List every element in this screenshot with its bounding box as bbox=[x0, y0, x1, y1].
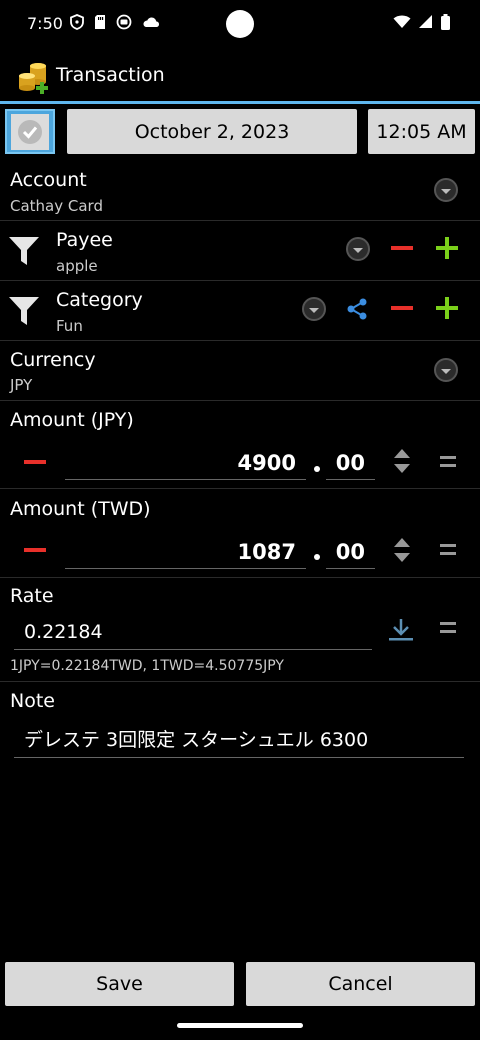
divider bbox=[0, 280, 480, 281]
amount-twd-integer-input[interactable]: 1087 bbox=[65, 535, 306, 569]
signal-icon bbox=[419, 15, 432, 28]
cloud-icon bbox=[143, 17, 159, 27]
account-label: Account bbox=[10, 169, 87, 191]
payee-value[interactable]: apple bbox=[56, 257, 98, 275]
decimal-point bbox=[314, 554, 320, 560]
status-time: 7:50 bbox=[27, 14, 63, 33]
coins-icon bbox=[19, 63, 48, 94]
rate-input[interactable]: 0.22184 bbox=[14, 615, 372, 650]
amount-jpy-stepper-icon[interactable] bbox=[393, 448, 411, 474]
payee-dropdown-icon[interactable] bbox=[346, 237, 370, 261]
note-label: Note bbox=[10, 690, 55, 712]
amount-twd-label: Amount (TWD) bbox=[10, 498, 151, 520]
divider bbox=[0, 400, 480, 401]
date-button[interactable]: October 2, 2023 bbox=[67, 109, 357, 154]
category-value[interactable]: Fun bbox=[56, 317, 83, 335]
share-icon[interactable] bbox=[346, 298, 368, 320]
amount-jpy-decimal-input[interactable]: 00 bbox=[326, 446, 375, 480]
amount-twd-calculator-icon[interactable] bbox=[440, 544, 456, 555]
battery-icon bbox=[441, 14, 450, 30]
payee-label: Payee bbox=[56, 229, 113, 251]
category-label: Category bbox=[56, 289, 143, 311]
currency-label: Currency bbox=[10, 349, 96, 371]
divider bbox=[0, 577, 480, 578]
shield-icon bbox=[70, 14, 84, 30]
time-button[interactable]: 12:05 AM bbox=[368, 109, 475, 154]
amount-jpy-label: Amount (JPY) bbox=[10, 409, 134, 431]
camera-cutout bbox=[226, 10, 254, 38]
amount-jpy-sign-toggle-icon[interactable] bbox=[24, 460, 46, 464]
home-gesture-bar[interactable] bbox=[177, 1023, 303, 1028]
status-notification-icons bbox=[70, 14, 160, 30]
rate-label: Rate bbox=[10, 585, 54, 607]
download-rate-icon[interactable] bbox=[388, 618, 414, 642]
amount-jpy-integer-input[interactable]: 4900 bbox=[65, 446, 306, 480]
account-value[interactable]: Cathay Card bbox=[10, 197, 103, 215]
currency-value[interactable]: JPY bbox=[10, 376, 32, 394]
check-icon bbox=[11, 113, 49, 150]
rate-calculator-icon[interactable] bbox=[440, 622, 456, 633]
payee-add-icon[interactable] bbox=[436, 237, 458, 259]
divider bbox=[0, 340, 480, 341]
amount-twd-stepper-icon[interactable] bbox=[393, 537, 411, 563]
wifi-icon bbox=[393, 15, 411, 28]
sd-card-icon bbox=[95, 15, 105, 29]
page-title: Transaction bbox=[56, 64, 165, 86]
status-system-icons bbox=[393, 14, 450, 30]
status-bar: 7:50 bbox=[0, 0, 480, 48]
divider bbox=[0, 681, 480, 682]
note-input[interactable]: デレステ 3回限定 スターシュエル 6300 bbox=[14, 723, 464, 758]
cancel-button[interactable]: Cancel bbox=[246, 962, 475, 1006]
payee-remove-icon[interactable] bbox=[391, 246, 413, 250]
payee-filter-icon[interactable] bbox=[8, 236, 40, 266]
amount-twd-decimal-input[interactable]: 00 bbox=[326, 535, 375, 569]
divider bbox=[0, 488, 480, 489]
confirm-toggle-button[interactable] bbox=[5, 109, 55, 154]
account-dropdown-icon[interactable] bbox=[434, 178, 458, 202]
amount-twd-sign-toggle-icon[interactable] bbox=[24, 548, 46, 552]
save-button[interactable]: Save bbox=[5, 962, 234, 1006]
category-filter-icon[interactable] bbox=[8, 296, 40, 326]
app-notification-icon bbox=[116, 14, 132, 30]
category-dropdown-icon[interactable] bbox=[302, 297, 326, 321]
amount-jpy-calculator-icon[interactable] bbox=[440, 456, 456, 467]
divider bbox=[0, 220, 480, 221]
category-add-icon[interactable] bbox=[436, 297, 458, 319]
category-remove-icon[interactable] bbox=[391, 306, 413, 310]
rate-conversion-info: 1JPY=0.22184TWD, 1TWD=4.50775JPY bbox=[10, 658, 284, 674]
decimal-point bbox=[314, 466, 320, 472]
currency-dropdown-icon[interactable] bbox=[434, 358, 458, 382]
